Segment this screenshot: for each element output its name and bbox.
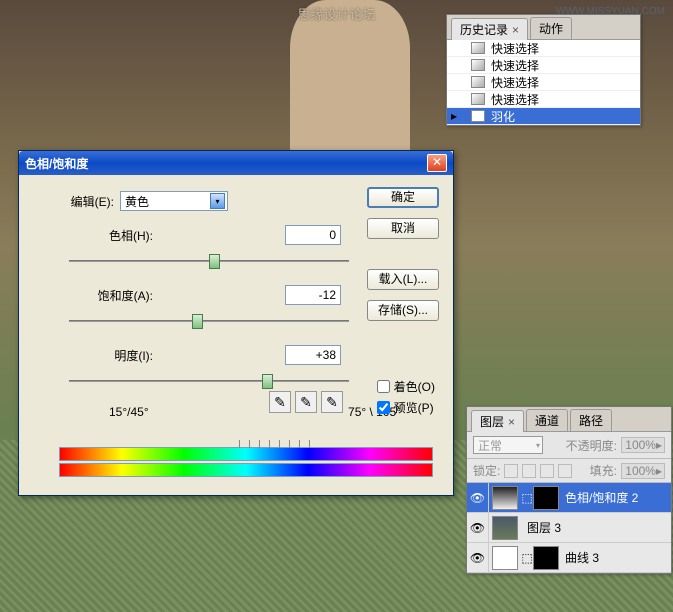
saturation-label: 饱和度(A): xyxy=(69,287,153,304)
brush-icon xyxy=(471,93,485,105)
hue-slider[interactable] xyxy=(69,251,349,271)
layers-tabs: 图层× 通道 路径 xyxy=(467,407,671,432)
layer-name: 图层 3 xyxy=(521,519,561,536)
brush-icon xyxy=(471,59,485,71)
chevron-down-icon[interactable]: ▾ xyxy=(210,193,225,209)
eyedropper-minus-icon[interactable]: ✎ xyxy=(321,391,343,413)
ok-button[interactable]: 确定 xyxy=(367,187,439,208)
load-button[interactable]: 载入(L)... xyxy=(367,269,439,290)
range-left: 15°/45° xyxy=(109,405,149,419)
history-item[interactable]: 快速选择 xyxy=(447,57,640,74)
history-item[interactable]: 快速选择 xyxy=(447,40,640,57)
eyedropper-icon[interactable]: ✎ xyxy=(269,391,291,413)
layer-item[interactable]: 👁 ⬚ 曲线 3 xyxy=(467,543,671,573)
layer-item-selected[interactable]: 👁 ⬚ 色相/饱和度 2 xyxy=(467,483,671,513)
edit-select[interactable]: 黄色 ▾ xyxy=(120,191,228,211)
lock-transparency-icon[interactable] xyxy=(504,464,518,478)
fill-value[interactable]: 100% ▸ xyxy=(621,463,665,479)
spectrum-top[interactable] xyxy=(59,447,433,461)
spectrum-bottom xyxy=(59,463,433,477)
history-item[interactable]: 快速选择 xyxy=(447,74,640,91)
opacity-label: 不透明度: xyxy=(566,437,617,454)
lock-position-icon[interactable] xyxy=(540,464,554,478)
tab-actions[interactable]: 动作 xyxy=(530,17,572,39)
fill-label: 填充: xyxy=(590,462,617,479)
history-item-selected[interactable]: ▸羽化 xyxy=(447,108,640,125)
dialog-buttons: 确定 取消 载入(L)... 存储(S)... xyxy=(367,187,439,321)
save-button[interactable]: 存储(S)... xyxy=(367,300,439,321)
lock-label: 锁定: xyxy=(473,462,500,479)
link-icon[interactable]: ⬚ xyxy=(521,551,533,565)
saturation-input[interactable] xyxy=(285,285,341,305)
mask-thumbnail[interactable] xyxy=(533,486,559,510)
cancel-button[interactable]: 取消 xyxy=(367,218,439,239)
tab-channels[interactable]: 通道 xyxy=(526,409,568,431)
opacity-value[interactable]: 100% ▸ xyxy=(621,437,665,453)
layers-panel: 图层× 通道 路径 正常▾ 不透明度: 100% ▸ 锁定: 填充: 100% … xyxy=(466,406,672,574)
history-panel: 历史记录× 动作 快速选择 快速选择 快速选择 快速选择 ▸羽化 xyxy=(446,14,641,126)
saturation-slider[interactable] xyxy=(69,311,349,331)
brush-icon xyxy=(471,42,485,54)
chevron-down-icon: ▾ xyxy=(536,441,540,450)
layer-list: 👁 ⬚ 色相/饱和度 2 👁 图层 3 👁 ⬚ 曲线 3 xyxy=(467,483,671,573)
colorize-checkbox[interactable]: 着色(O) xyxy=(377,378,435,395)
layer-thumbnail[interactable] xyxy=(492,516,518,540)
feather-icon xyxy=(471,110,485,122)
visibility-icon[interactable]: 👁 xyxy=(467,513,489,542)
hue-input[interactable] xyxy=(285,225,341,245)
dialog-titlebar[interactable]: 色相/饱和度 ✕ xyxy=(19,151,453,175)
history-tabs: 历史记录× 动作 xyxy=(447,15,640,40)
close-icon[interactable]: × xyxy=(512,23,519,37)
tab-paths[interactable]: 路径 xyxy=(570,409,612,431)
mask-thumbnail[interactable] xyxy=(533,546,559,570)
close-icon[interactable]: × xyxy=(508,415,515,429)
tab-history[interactable]: 历史记录× xyxy=(451,18,528,40)
lightness-slider[interactable] xyxy=(69,371,349,391)
history-list: 快速选择 快速选择 快速选择 快速选择 ▸羽化 xyxy=(447,40,640,125)
dialog-title: 色相/饱和度 xyxy=(25,155,88,172)
close-button[interactable]: ✕ xyxy=(427,154,447,172)
layer-item[interactable]: 👁 图层 3 xyxy=(467,513,671,543)
visibility-icon[interactable]: 👁 xyxy=(467,483,489,512)
preview-checkbox[interactable]: 预览(P) xyxy=(377,399,435,416)
eyedropper-plus-icon[interactable]: ✎ xyxy=(295,391,317,413)
edit-label: 编辑(E): xyxy=(69,193,114,210)
brush-icon xyxy=(471,76,485,88)
hue-label: 色相(H): xyxy=(69,227,153,244)
lock-all-icon[interactable] xyxy=(558,464,572,478)
current-icon: ▸ xyxy=(451,109,457,123)
link-icon[interactable]: ⬚ xyxy=(521,491,533,505)
lock-pixels-icon[interactable] xyxy=(522,464,536,478)
visibility-icon[interactable]: 👁 xyxy=(467,543,489,572)
hue-saturation-dialog: 色相/饱和度 ✕ 确定 取消 载入(L)... 存储(S)... 编辑(E): … xyxy=(18,150,454,496)
lightness-input[interactable] xyxy=(285,345,341,365)
layer-name: 曲线 3 xyxy=(559,549,599,566)
layer-name: 色相/饱和度 2 xyxy=(559,489,638,506)
layer-thumbnail[interactable] xyxy=(492,546,518,570)
tab-layers[interactable]: 图层× xyxy=(471,410,524,432)
blend-mode-select[interactable]: 正常▾ xyxy=(473,436,543,454)
history-item[interactable]: 快速选择 xyxy=(447,91,640,108)
lightness-label: 明度(I): xyxy=(69,347,153,364)
layer-thumbnail[interactable] xyxy=(492,486,518,510)
